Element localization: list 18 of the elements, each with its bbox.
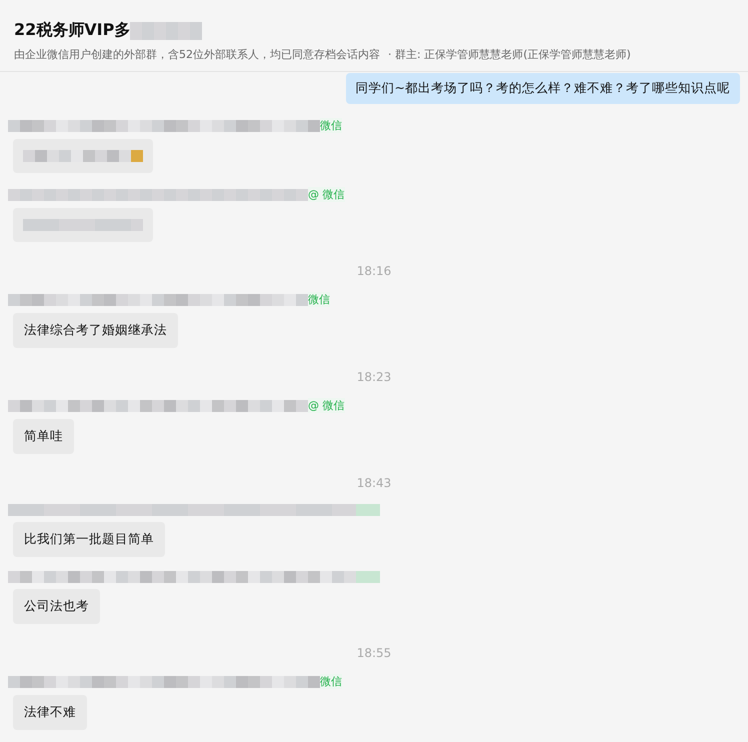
timestamp: 18:16 [356,264,392,278]
timestamp: 18:55 [356,646,392,660]
wechat-label: 微信 [308,292,330,307]
wechat-label: 微信 [320,118,342,133]
incoming-message: 法律综合考了婚姻继承法 [13,313,178,348]
group-description: 由企业微信用户创建的外部群，含52位外部联系人，均已同意存档会话内容 [14,47,380,62]
wechat-label: @ 微信 [308,398,344,413]
incoming-message: 比我们第一批题目简单 [13,522,165,557]
wechat-label: @ 微信 [308,187,344,202]
incoming-message: 简单哇 [13,419,74,454]
group-owner: · 群主: 正保学管师慧慧老师(正保学管师慧慧老师) [388,47,631,62]
wechat-label: 微信 [320,674,342,689]
incoming-message: 法律不难 [13,695,87,730]
group-title: 22税务师VIP多 [14,20,130,41]
incoming-message: 公司法也考 [13,589,100,624]
timestamp: 18:23 [356,370,392,384]
timestamp: 18:43 [356,476,392,490]
outgoing-message: 同学们~都出考场了吗？考的怎么样？难不难？考了哪些知识点呢 [346,73,740,104]
